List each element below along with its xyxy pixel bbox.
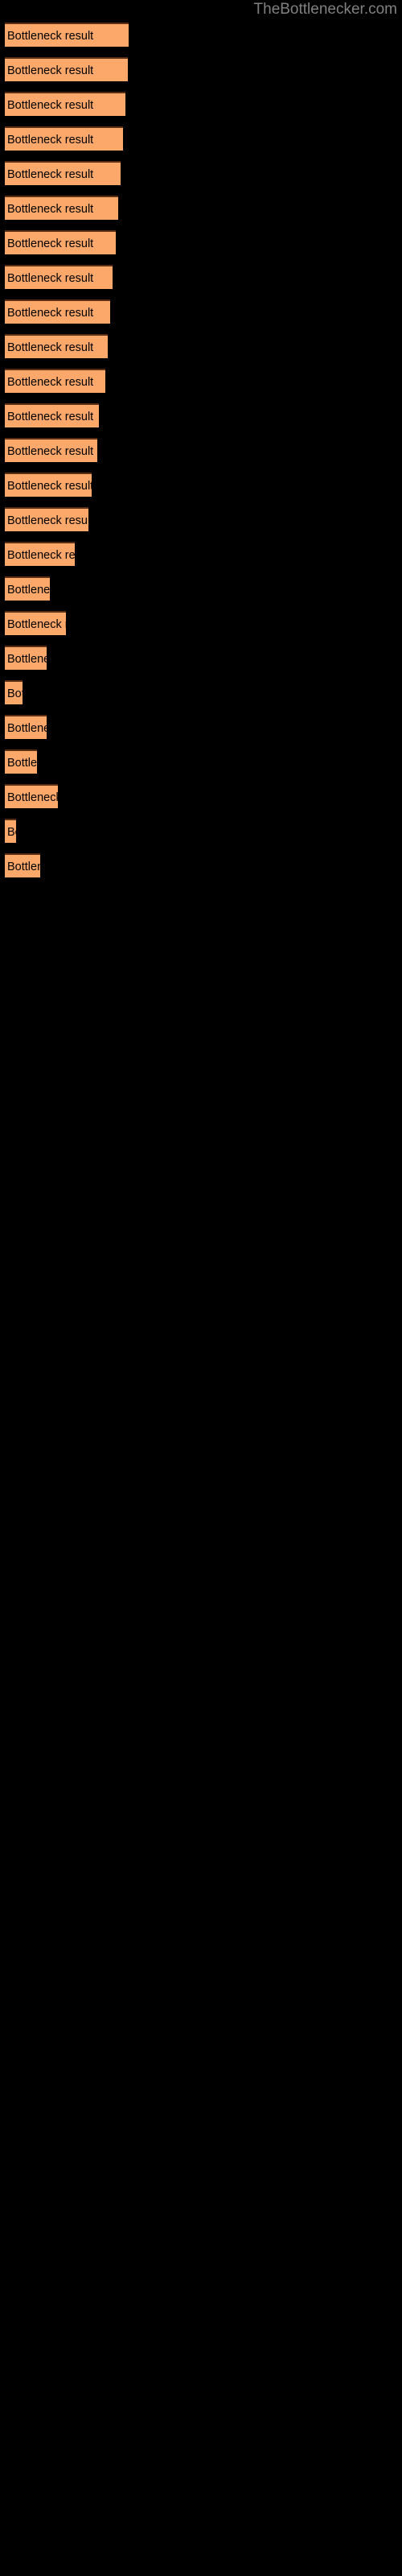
bar: Bottleneck result: [5, 126, 123, 151]
bar: Bottleneck result: [5, 473, 92, 497]
bar: Bottleneck result: [5, 196, 118, 220]
bar-row: Bottleneck result: [5, 749, 37, 774]
bar-row: Bottleneck result: [5, 369, 105, 393]
bar: Bottleneck result: [5, 438, 97, 462]
bar-label: Bottleneck result: [7, 653, 47, 666]
bar-row: Bottleneck result: [5, 715, 47, 739]
chart-canvas: TheBottlenecker.com Bottleneck result Bot…: [0, 0, 402, 2576]
bar: Bottleneck result: [5, 92, 125, 116]
bar-row: Bottleneck result: [5, 542, 75, 566]
bar-label: Bottleneck result: [7, 307, 94, 320]
bar-row: Bottleneck result: [5, 196, 118, 220]
bar: Bottleneck result: [5, 507, 88, 531]
bar-row: Bottleneck result: [5, 611, 66, 635]
bar-row: Bottleneck result: [5, 92, 125, 116]
bar-label: Bottleneck result: [7, 203, 94, 216]
bar-row: Bottleneck result: [5, 230, 116, 254]
bar: Bottleneck result: [5, 715, 47, 739]
bar: Bottleneck result: [5, 161, 121, 185]
bar-row: Bottleneck result: [5, 646, 47, 670]
bar: Bottleneck result: [5, 853, 40, 877]
bar-row: Bottleneck result: [5, 161, 121, 185]
bar-row: Bottleneck result: [5, 265, 113, 289]
bar-label: Bottleneck result: [7, 237, 94, 250]
bar: Bottleneck result: [5, 542, 75, 566]
bar-row: Bottleneck result: [5, 334, 108, 358]
bar-label: Bottleneck result: [7, 376, 94, 389]
bar: Bottleneck result: [5, 265, 113, 289]
bar: Bottleneck result: [5, 749, 37, 774]
bar-label: Bottleneck result: [7, 618, 66, 631]
bar-label: Bottleneck result: [7, 791, 58, 804]
bar-label: Bottleneck result: [7, 99, 94, 112]
bar: Bottleneck result: [5, 784, 58, 808]
bar-row: Bottleneck result: [5, 853, 40, 877]
bar-label: Bottleneck result: [7, 826, 16, 839]
bar: Bottleneck result: [5, 819, 16, 843]
bar-label: Bottleneck result: [7, 134, 94, 147]
bar: Bottleneck result: [5, 57, 128, 81]
bar-label: Bottleneck result: [7, 445, 94, 458]
bar-label: Bottleneck result: [7, 64, 94, 77]
bar: Bottleneck result: [5, 576, 50, 601]
bar-label: Bottleneck result: [7, 30, 94, 43]
bar-label: Bottleneck result: [7, 584, 50, 597]
bar-row: Bottleneck result: [5, 473, 92, 497]
bar: Bottleneck result: [5, 23, 129, 47]
bar-label: Bottleneck result: [7, 480, 92, 493]
bar-label: Bottleneck result: [7, 411, 94, 423]
bar-label: Bottleneck result: [7, 687, 23, 700]
bar: Bottleneck result: [5, 680, 23, 704]
bar: Bottleneck result: [5, 299, 110, 324]
bar-label: Bottleneck result: [7, 757, 37, 770]
bar-row: Bottleneck result: [5, 680, 23, 704]
bar-row: Bottleneck result: [5, 57, 128, 81]
bar-label: Bottleneck result: [7, 861, 40, 873]
bar: Bottleneck result: [5, 369, 105, 393]
bar-row: Bottleneck result: [5, 438, 97, 462]
bar-label: Bottleneck result: [7, 272, 94, 285]
bar-row: Bottleneck result: [5, 299, 110, 324]
bar-label: Bottleneck result: [7, 722, 47, 735]
bar-chart-plot-area: Bottleneck result Bottleneck result Bottle…: [0, 0, 402, 2576]
bar: Bottleneck result: [5, 230, 116, 254]
bar-row: Bottleneck result: [5, 784, 58, 808]
bar-label: Bottleneck result: [7, 341, 94, 354]
bar-row: Bottleneck result: [5, 126, 123, 151]
bar-label: Bottleneck result: [7, 168, 94, 181]
bar: Bottleneck result: [5, 403, 99, 427]
bar-row: Bottleneck result: [5, 819, 16, 843]
bar-row: Bottleneck result: [5, 507, 88, 531]
bar-label: Bottleneck result: [7, 514, 88, 527]
bar-label: Bottleneck result: [7, 549, 75, 562]
bar-row: Bottleneck result: [5, 403, 99, 427]
bar: Bottleneck result: [5, 334, 108, 358]
bar-row: Bottleneck result: [5, 23, 129, 47]
bar-row: Bottleneck result: [5, 576, 50, 601]
bar: Bottleneck result: [5, 646, 47, 670]
bar: Bottleneck result: [5, 611, 66, 635]
